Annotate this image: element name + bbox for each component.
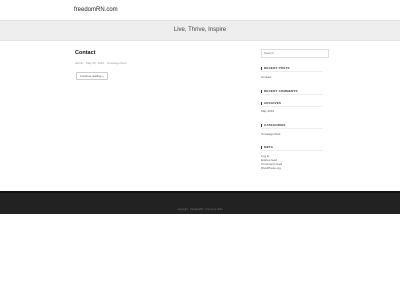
widget-title-recent-comments: RECENT COMMENTS	[261, 89, 323, 95]
widget-bar-icon	[261, 123, 262, 127]
widget-bar-icon	[261, 89, 262, 93]
search-input[interactable]	[261, 49, 329, 58]
post-author-link[interactable]: admin	[75, 61, 83, 65]
post-category-link[interactable]: Uncategorized	[107, 61, 126, 65]
widget-title-archives: ARCHIVES	[261, 101, 323, 107]
widget-bar-icon	[261, 101, 262, 105]
widget-bar-icon	[261, 145, 262, 149]
archive-link[interactable]: May 2016	[261, 109, 274, 113]
recent-post-link[interactable]: Contact	[261, 75, 271, 79]
site-footer: copyright · freedomRN · theme by ahkn	[0, 191, 400, 214]
category-link[interactable]: Uncategorized	[261, 132, 280, 136]
widget-title-categories: CATEGORIES	[261, 123, 323, 129]
site-tagline: Live, Thrive, Inspire	[173, 27, 227, 33]
meta-link-wordpress[interactable]: WordPress.org	[261, 166, 281, 170]
post-title-link[interactable]: Contact	[75, 50, 95, 56]
site-header: freedomRN.com	[0, 0, 400, 20]
tagline-band: Live, Thrive, Inspire	[0, 20, 400, 41]
footer-copyright: copyright · freedomRN · theme by ahkn	[177, 208, 223, 211]
post-date-link[interactable]: May 20, 2016	[86, 61, 104, 65]
post-meta: admin May 20, 2016 Uncategorized	[75, 61, 128, 65]
widget-title-recent-posts: RECENT POSTS	[261, 66, 323, 72]
widget-bar-icon	[261, 66, 262, 70]
site-title-link[interactable]: freedomRN.com	[74, 7, 118, 13]
continue-reading-button[interactable]: Continue reading »	[76, 72, 108, 80]
widget-title-meta: META	[261, 145, 323, 151]
